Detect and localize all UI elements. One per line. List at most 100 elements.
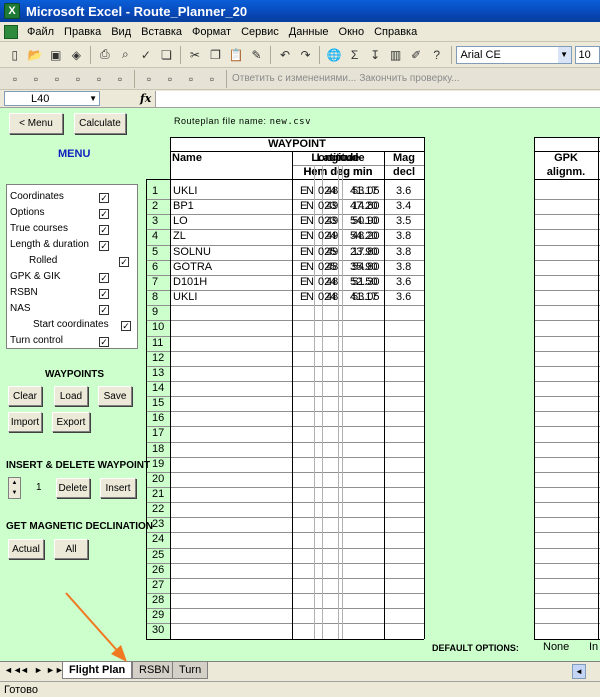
- scroll-left-icon[interactable]: ◄: [572, 664, 586, 679]
- sheet-tab-1[interactable]: RSBN: [132, 662, 177, 679]
- tab-nav-icon[interactable]: ►: [34, 665, 43, 675]
- option-checkbox[interactable]: ✓: [99, 209, 109, 219]
- option-checkbox[interactable]: ✓: [99, 225, 109, 235]
- option-checkbox[interactable]: ✓: [99, 337, 109, 347]
- review-icon-5[interactable]: ▫: [90, 70, 108, 88]
- print-preview-icon[interactable]: ⌕: [117, 46, 135, 64]
- review-icon-2[interactable]: ▫: [27, 70, 45, 88]
- hyperlink-icon[interactable]: 🌐: [325, 46, 343, 64]
- option-checkbox[interactable]: ✓: [99, 289, 109, 299]
- menu-item-0[interactable]: Файл: [22, 26, 59, 38]
- redo-icon[interactable]: ↷: [297, 46, 315, 64]
- function-icon[interactable]: fx: [140, 92, 151, 105]
- menu-item-8[interactable]: Справка: [369, 26, 422, 38]
- font-name-select[interactable]: Arial CE ▼: [456, 45, 572, 64]
- toolbar-separator: [134, 69, 135, 88]
- chart-wizard-icon[interactable]: ▥: [387, 46, 405, 64]
- drawing-icon[interactable]: ✐: [407, 46, 425, 64]
- insert-button[interactable]: Insert: [100, 478, 136, 498]
- format-painter-icon[interactable]: ✎: [248, 46, 266, 64]
- menu-item-5[interactable]: Сервис: [236, 26, 284, 38]
- magnetic-declination: 3.6: [396, 185, 412, 197]
- spinner-down-icon[interactable]: ▼: [12, 490, 18, 496]
- sheet-tab-2[interactable]: Turn: [172, 662, 209, 679]
- tab-nav-icon[interactable]: ◄: [20, 665, 29, 675]
- research-icon[interactable]: ❏: [158, 46, 176, 64]
- longitude-hemisphere: E: [300, 215, 308, 228]
- row-number: 4: [152, 230, 159, 243]
- name-box[interactable]: L40 ▼: [4, 91, 100, 106]
- paste-icon[interactable]: 📋: [227, 46, 245, 64]
- longitude-degrees: 025: [318, 260, 337, 273]
- review-icon-1[interactable]: ▫: [6, 70, 24, 88]
- new-document-icon[interactable]: ▯: [6, 46, 24, 64]
- spinner-up-icon[interactable]: ▲: [12, 480, 18, 486]
- review-icon-10[interactable]: ▫: [203, 70, 221, 88]
- document-icon[interactable]: [4, 24, 18, 39]
- cut-icon[interactable]: ✂: [186, 46, 204, 64]
- magnetic-declination: 3.4: [396, 200, 412, 213]
- sheet-tab-0[interactable]: Flight Plan: [62, 662, 133, 679]
- menu-back-button[interactable]: < Menu: [9, 113, 63, 134]
- grid-line: [170, 137, 171, 639]
- review-icon-8[interactable]: ▫: [161, 70, 179, 88]
- longitude-minutes: 52.50: [350, 275, 378, 288]
- print-icon[interactable]: ⎙: [96, 46, 114, 64]
- import-button[interactable]: Import: [8, 412, 42, 432]
- autosum-icon[interactable]: Σ: [346, 46, 364, 64]
- review-icon-7[interactable]: ▫: [140, 70, 158, 88]
- menu-item-7[interactable]: Окно: [334, 26, 370, 38]
- longitude-minutes: 41.17: [350, 185, 378, 197]
- menu-item-3[interactable]: Вставка: [136, 26, 187, 38]
- table-row-line: [534, 396, 600, 398]
- actual-button[interactable]: Actual: [8, 539, 44, 559]
- menu-item-6[interactable]: Данные: [284, 26, 334, 38]
- undo-icon[interactable]: ↶: [276, 46, 294, 64]
- open-folder-icon[interactable]: 📂: [27, 46, 45, 64]
- menu-item-1[interactable]: Правка: [59, 26, 106, 38]
- menu-item-2[interactable]: Вид: [106, 26, 136, 38]
- option-checkbox[interactable]: ✓: [121, 321, 131, 331]
- table-row-line: [534, 487, 600, 488]
- clear-button[interactable]: Clear: [8, 386, 42, 406]
- save-waypoints-button[interactable]: Save: [98, 386, 132, 406]
- font-size-select[interactable]: 10: [574, 45, 600, 64]
- chevron-down-icon[interactable]: ▼: [89, 94, 97, 103]
- option-checkbox[interactable]: ✓: [119, 257, 129, 267]
- reply-with-changes-button[interactable]: Ответить с изменениями...: [232, 73, 356, 84]
- sort-ascending-icon[interactable]: ↧: [366, 46, 384, 64]
- menu-item-4[interactable]: Формат: [187, 26, 236, 38]
- waypoint-spinner[interactable]: ▲ ▼: [8, 477, 21, 499]
- table-row-line: [146, 320, 424, 322]
- option-checkbox[interactable]: ✓: [99, 305, 109, 315]
- excel-app-icon[interactable]: X: [4, 3, 20, 19]
- review-icon-6[interactable]: ▫: [111, 70, 129, 88]
- review-icon-9[interactable]: ▫: [182, 70, 200, 88]
- option-label: Options: [10, 207, 45, 218]
- review-icon-3[interactable]: ▫: [48, 70, 66, 88]
- option-checkbox[interactable]: ✓: [99, 273, 109, 283]
- toolbar-separator: [180, 45, 182, 64]
- standard-toolbar: ▯ 📂 ▣ ◈ ⎙ ⌕ ✓ ❏ ✂ ❐ 📋 ✎ ↶ ↷ 🌐 Σ ↧ ▥ ✐ ? …: [0, 42, 600, 68]
- all-button[interactable]: All: [54, 539, 88, 559]
- option-checkbox[interactable]: ✓: [99, 241, 109, 251]
- worksheet[interactable]: < Menu Calculate Routeplan file name: ne…: [0, 108, 600, 661]
- option-checkbox[interactable]: ✓: [99, 193, 109, 203]
- chevron-down-icon[interactable]: ▼: [557, 46, 571, 63]
- save-icon[interactable]: ▣: [47, 46, 65, 64]
- help-icon[interactable]: ?: [428, 46, 446, 64]
- load-button[interactable]: Load: [54, 386, 88, 406]
- permission-icon[interactable]: ◈: [68, 46, 86, 64]
- calculate-button[interactable]: Calculate: [74, 113, 126, 134]
- grid-line: [534, 151, 600, 152]
- row-number: 16: [152, 412, 165, 425]
- delete-button[interactable]: Delete: [56, 478, 90, 498]
- copy-icon[interactable]: ❐: [207, 46, 225, 64]
- table-row-line: [146, 335, 424, 337]
- option-label: NAS: [10, 303, 31, 314]
- spelling-icon[interactable]: ✓: [137, 46, 155, 64]
- formula-input[interactable]: [155, 90, 600, 107]
- end-review-button[interactable]: Закончить проверку...: [359, 73, 459, 84]
- review-icon-4[interactable]: ▫: [69, 70, 87, 88]
- export-button[interactable]: Export: [52, 412, 90, 432]
